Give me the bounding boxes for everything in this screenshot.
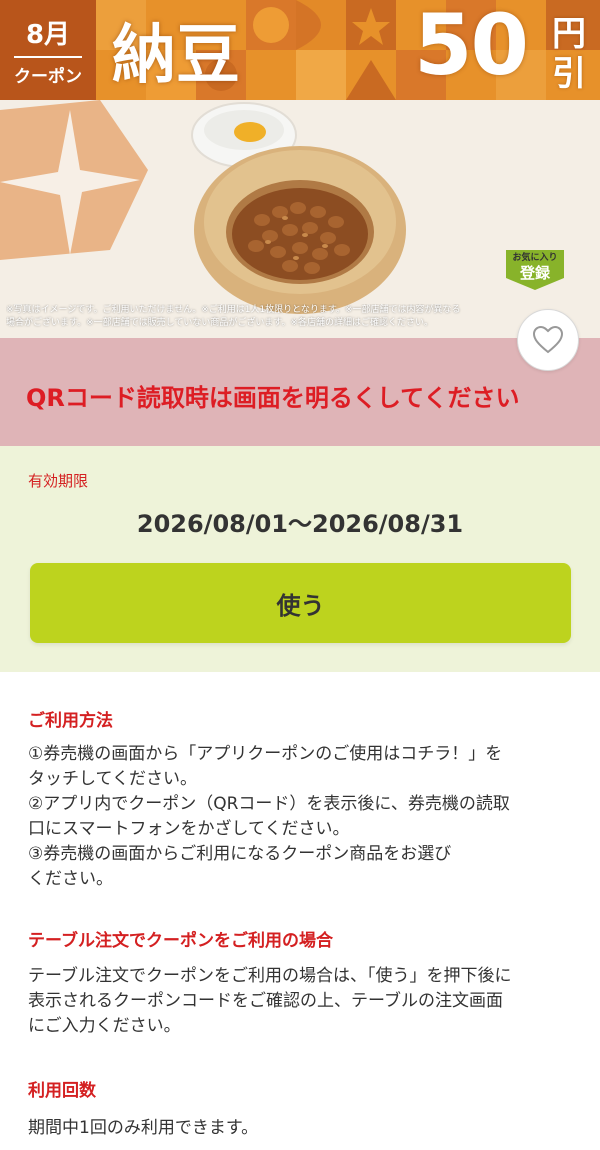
table-order-line: 表示されるクーポンコードをご確認の上、テーブルの注文画面	[28, 991, 503, 1011]
disclaimer-line-1: ※写真はイメージです。ご利用いただけません。※ご利用は1人1枚限りとなります。※…	[6, 305, 461, 315]
favorite-tag-register: 登録	[519, 264, 550, 282]
heart-icon	[532, 325, 564, 354]
image-disclaimer: ※写真はイメージです。ご利用いただけません。※ご利用は1人1枚限りとなります。※…	[6, 304, 496, 330]
usage-line: ③券売機の画面からご利用になるクーポン商品をお選び	[28, 844, 452, 864]
product-image: お気に入り 登録 ※写真はイメージです。ご利用いただけません。※ご利用は1人1枚…	[0, 100, 600, 338]
usage-title: ご利用方法	[28, 711, 113, 731]
table-order-line: にご入力ください。	[28, 1016, 181, 1036]
natto-illustration	[0, 100, 600, 338]
usage-steps: ①券売機の画面から「アプリクーポンのご使用はコチラ！」を タッチしてください。 …	[28, 742, 576, 892]
month-badge: 8月 クーポン	[0, 0, 96, 100]
usage-count-text: 期間中1回のみ利用できます。	[28, 1118, 259, 1138]
validity-range: 2026/08/01～2026/08/31	[136, 510, 464, 538]
coupon-label: クーポン	[14, 67, 82, 87]
discount-unit-off: 引	[552, 54, 586, 94]
table-order-line: テーブル注文でクーポンをご利用の場合は、「使う」を押下後に	[28, 966, 512, 986]
validity-section: 有効期限 2026/08/01～2026/08/31 使う	[0, 446, 600, 672]
table-order-text: テーブル注文でクーポンをご利用の場合は、「使う」を押下後に 表示されるクーポンコ…	[28, 964, 576, 1039]
use-coupon-button[interactable]: 使う	[30, 563, 571, 643]
usage-line: ②アプリ内でクーポン（QRコード）を表示後に、券売機の読取	[28, 794, 510, 814]
notice-text: QRコード読取時は画面を明るくしてください	[26, 384, 520, 412]
usage-line: タッチしてください。	[28, 769, 197, 789]
coupon-banner: 8月 クーポン 納豆 50 円 引	[0, 0, 600, 100]
usage-line: ①券売機の画面から「アプリクーポンのご使用はコチラ！」を	[28, 744, 503, 764]
coupon-info: ご利用方法 ①券売機の画面から「アプリクーポンのご使用はコチラ！」を タッチして…	[0, 672, 600, 1150]
usage-line: 口にスマートフォンをかざしてください。	[28, 819, 350, 839]
month-divider	[14, 56, 82, 58]
usage-count-title: 利用回数	[28, 1081, 96, 1101]
disclaimer-line-2: 場合がございます。※一部店舗では販売していない商品がございます。※各店舗の詳細は…	[6, 318, 434, 328]
usage-line: ください。	[28, 869, 113, 889]
month-label: 8月	[25, 20, 71, 50]
product-name: 納豆	[112, 19, 240, 93]
favorite-register-tag: お気に入り 登録	[506, 248, 564, 286]
discount-amount: 50	[414, 0, 529, 94]
brightness-notice: QRコード読取時は画面を明るくしてください	[0, 338, 600, 446]
table-order-title: テーブル注文でクーポンをご利用の場合	[28, 931, 333, 951]
validity-label: 有効期限	[28, 472, 89, 490]
favorite-button[interactable]	[517, 309, 579, 371]
